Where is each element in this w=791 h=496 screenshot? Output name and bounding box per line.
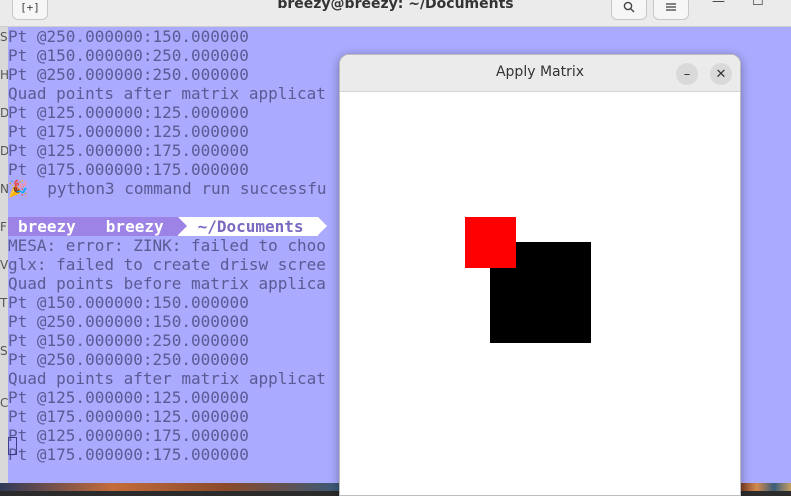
search-icon (623, 1, 635, 13)
terminal-line: Pt @175.000000:125.000000 (8, 407, 249, 426)
prompt-path: ~/Documents (197, 217, 304, 236)
strip-letter: F (0, 220, 7, 234)
terminal-cursor (8, 437, 17, 455)
transformed-quad (465, 217, 516, 268)
close-button[interactable]: ✕ (710, 63, 732, 85)
terminal-line: Pt @150.000000:250.000000 (8, 46, 249, 65)
minimize-button[interactable]: – (676, 63, 698, 85)
strip-letter: C (0, 396, 8, 410)
background-window-strip: S H D D N F V T S C (0, 27, 8, 491)
terminal-line: Pt @175.000000:175.000000 (8, 160, 249, 179)
strip-letter: D (0, 144, 8, 158)
terminal-line: glx: failed to create drisw scree (8, 255, 326, 274)
terminal-line: Quad points after matrix applicat (8, 369, 326, 388)
apply-matrix-window: Apply Matrix – ✕ (339, 54, 741, 496)
prompt-host: breezy (105, 217, 164, 236)
terminal-line: Pt @250.000000:250.000000 (8, 350, 249, 369)
minimize-icon: – (683, 66, 691, 82)
desktop-wallpaper (740, 483, 791, 491)
prompt-user-segment: breezy (8, 217, 97, 236)
close-icon: ✕ (715, 66, 727, 82)
terminal-line: Pt @150.000000:250.000000 (8, 331, 249, 350)
terminal-line: Pt @125.000000:175.000000 (8, 426, 249, 445)
terminal-minimize-button[interactable]: — (712, 0, 725, 9)
shell-prompt: breezy breezy ~/Documents (8, 217, 327, 236)
strip-letter: T (0, 296, 8, 310)
terminal-line: Quad points after matrix applicat (8, 84, 326, 103)
terminal-line: Pt @125.000000:125.000000 (8, 388, 249, 407)
strip-letter: D (0, 106, 8, 120)
terminal-maximize-button[interactable]: ☐ (752, 0, 764, 9)
strip-letter: S (0, 30, 8, 44)
terminal-header-bar: [+] breezy@breezy: ~/Documents — ☐ (0, 0, 791, 27)
terminal-line: 🎉 python3 command run successfu (8, 179, 327, 198)
strip-letter: S (0, 344, 8, 358)
minimize-icon: — (712, 0, 725, 9)
terminal-line: Pt @250.000000:150.000000 (8, 312, 249, 331)
terminal-line: Pt @175.000000:175.000000 (8, 445, 249, 464)
maximize-icon: ☐ (752, 0, 764, 9)
prompt-host-segment: breezy (87, 217, 187, 236)
search-button[interactable] (611, 0, 647, 20)
terminal-line: Pt @125.000000:175.000000 (8, 141, 249, 160)
terminal-line: Pt @125.000000:125.000000 (8, 103, 249, 122)
terminal-line: Pt @175.000000:125.000000 (8, 122, 249, 141)
terminal-line: MESA: error: ZINK: failed to choo (8, 236, 326, 255)
terminal-line: Pt @250.000000:150.000000 (8, 27, 249, 46)
terminal-line: Quad points before matrix applica (8, 274, 326, 293)
strip-letter: V (0, 258, 8, 272)
hamburger-icon (666, 3, 676, 11)
strip-letter: N (0, 182, 8, 196)
terminal-line: Pt @150.000000:150.000000 (8, 293, 249, 312)
apply-matrix-header-bar[interactable]: Apply Matrix – ✕ (340, 55, 740, 92)
menu-button[interactable] (653, 0, 689, 20)
terminal-line: Pt @250.000000:250.000000 (8, 65, 249, 84)
prompt-user: breezy (18, 217, 76, 236)
prompt-path-segment: ~/Documents (177, 217, 327, 236)
strip-letter: H (0, 68, 8, 82)
desktop-wallpaper (0, 483, 339, 491)
drawing-canvas[interactable] (340, 92, 740, 495)
